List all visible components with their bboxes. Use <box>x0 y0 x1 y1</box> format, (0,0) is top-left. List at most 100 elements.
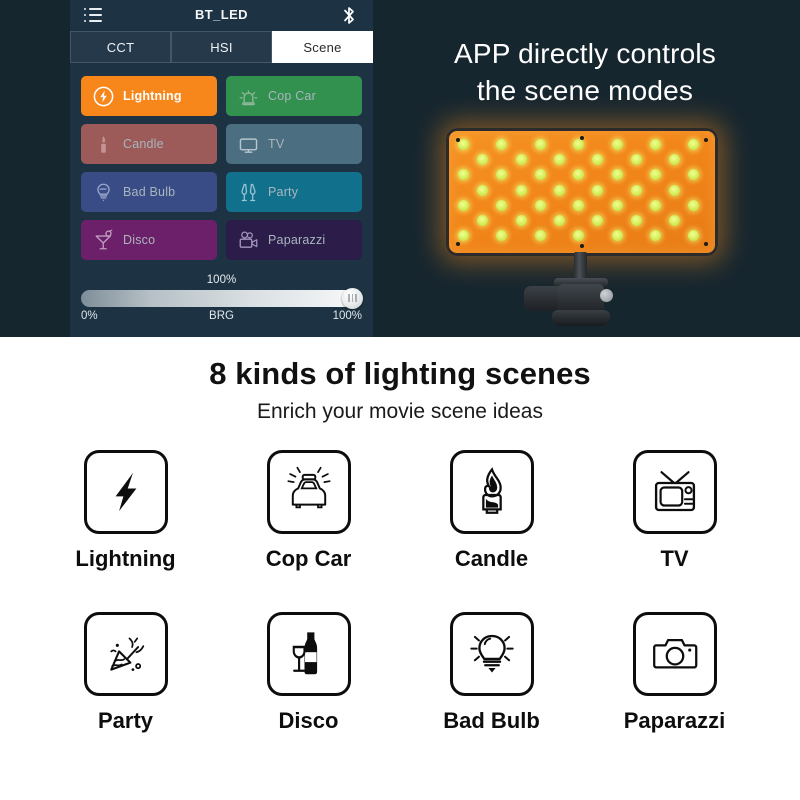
led-dot <box>669 154 681 166</box>
led-dot <box>669 215 681 226</box>
scene-button-candle[interactable]: Candle <box>81 124 217 164</box>
led-dot <box>611 199 623 211</box>
led-dot <box>592 154 604 166</box>
scene-icon-cop-car: Cop Car <box>217 450 400 572</box>
app-header: BT_LED <box>70 0 373 31</box>
led-dot <box>669 184 681 196</box>
icon-caption: Bad Bulb <box>443 708 540 733</box>
scene-label: Lightning <box>123 89 182 103</box>
led-dot <box>515 154 527 166</box>
led-dot <box>573 230 585 242</box>
police-siren-icon <box>235 83 261 109</box>
product-infographic: BT_LED CCT HSI Scene Lightning Cop Car C… <box>0 0 800 800</box>
lightning-bolt-icon <box>83 450 168 534</box>
led-dot <box>515 215 527 226</box>
features-section: 8 kinds of lighting scenes Enrich your m… <box>0 337 800 800</box>
led-dot <box>688 199 700 211</box>
movie-camera-icon <box>235 227 261 253</box>
led-dot <box>630 184 642 196</box>
scene-button-lightning[interactable]: Lightning <box>81 76 217 116</box>
scene-icon-disco: Disco <box>217 612 400 734</box>
candle-icon <box>90 131 116 157</box>
mount-base <box>552 310 610 326</box>
scene-icon-lightning: Lightning <box>34 450 217 572</box>
scene-button-tv[interactable]: TV <box>226 124 362 164</box>
camera-icon <box>632 612 717 696</box>
candle-icon <box>449 450 534 534</box>
icon-caption: Party <box>97 708 154 733</box>
scene-button-paparazzi[interactable]: Paparazzi <box>226 220 362 260</box>
slider-max-label: 100% <box>332 310 362 322</box>
led-dot <box>496 139 508 150</box>
led-dot <box>534 169 546 181</box>
tab-scene[interactable]: Scene <box>272 31 373 63</box>
led-dot <box>650 139 661 150</box>
panel-screw <box>704 242 708 246</box>
led-dot <box>573 139 585 150</box>
bluetooth-icon[interactable] <box>341 6 357 25</box>
scene-label: Bad Bulb <box>123 185 176 199</box>
led-dot <box>650 230 661 242</box>
wine-bottle-glass-icon <box>266 612 351 696</box>
slider-scale: 0% BRG 100% <box>81 310 362 326</box>
television-icon <box>235 131 261 157</box>
brightness-slider[interactable]: 100% 0% BRG 100% <box>81 274 363 326</box>
led-dot <box>592 184 604 196</box>
led-dot <box>573 169 585 181</box>
champagne-glasses-icon <box>235 179 261 205</box>
scene-label: Paparazzi <box>268 233 326 247</box>
scene-icon-grid: Lightning Cop Car Candle TV Party Disco … <box>0 450 800 734</box>
mount-thumbscrew <box>600 289 613 302</box>
panel-screw <box>704 138 708 142</box>
panel-screw <box>456 138 460 142</box>
app-title: BT_LED <box>195 7 248 22</box>
led-dot <box>458 169 469 181</box>
tab-hsi[interactable]: HSI <box>171 31 272 63</box>
mode-tabbar: CCT HSI Scene <box>70 31 373 63</box>
led-dot <box>611 230 623 242</box>
led-dot <box>611 169 623 181</box>
panel-screw <box>580 136 584 140</box>
scene-label: Cop Car <box>268 89 316 103</box>
light-bulb-icon <box>90 179 116 205</box>
led-dot <box>477 184 489 196</box>
lightning-bolt-icon <box>90 83 116 109</box>
led-dot <box>477 154 489 166</box>
slider-handle[interactable] <box>342 288 363 309</box>
led-dot <box>554 154 565 166</box>
led-dot <box>496 230 508 242</box>
led-dot <box>573 199 585 211</box>
section-title: 8 kinds of lighting scenes <box>209 356 591 391</box>
slider-name-label: BRG <box>209 310 234 322</box>
scene-icon-paparazzi: Paparazzi <box>583 612 766 734</box>
icon-caption: TV <box>660 546 689 571</box>
scene-icon-party: Party <box>34 612 217 734</box>
led-panel-face <box>446 128 718 256</box>
tab-cct[interactable]: CCT <box>70 31 171 63</box>
slider-track[interactable] <box>81 288 363 309</box>
app-screenshot-panel: BT_LED CCT HSI Scene Lightning Cop Car C… <box>70 0 373 337</box>
icon-caption: Paparazzi <box>623 708 726 733</box>
scene-button-cop-car[interactable]: Cop Car <box>226 76 362 116</box>
led-dot <box>534 139 546 150</box>
led-dot <box>477 215 489 226</box>
led-dot <box>458 230 469 242</box>
scene-button-disco[interactable]: Disco <box>81 220 217 260</box>
headline-line-1: APP directly controls <box>453 38 716 69</box>
panel-screw <box>580 244 584 248</box>
scene-label: Party <box>268 185 299 199</box>
scene-icon-tv: TV <box>583 450 766 572</box>
led-dot <box>458 199 469 211</box>
led-dot <box>496 199 508 211</box>
party-popper-icon <box>83 612 168 696</box>
scene-button-bad-bulb[interactable]: Bad Bulb <box>81 172 217 212</box>
scene-icon-bad-bulb: Bad Bulb <box>400 612 583 734</box>
police-car-icon <box>266 450 351 534</box>
led-dot <box>650 169 661 181</box>
led-dot <box>534 230 546 242</box>
scene-label: Disco <box>123 233 156 247</box>
scene-button-party[interactable]: Party <box>226 172 362 212</box>
led-dot <box>650 199 661 211</box>
scene-label: TV <box>268 137 285 151</box>
icon-caption: Candle <box>454 546 529 571</box>
